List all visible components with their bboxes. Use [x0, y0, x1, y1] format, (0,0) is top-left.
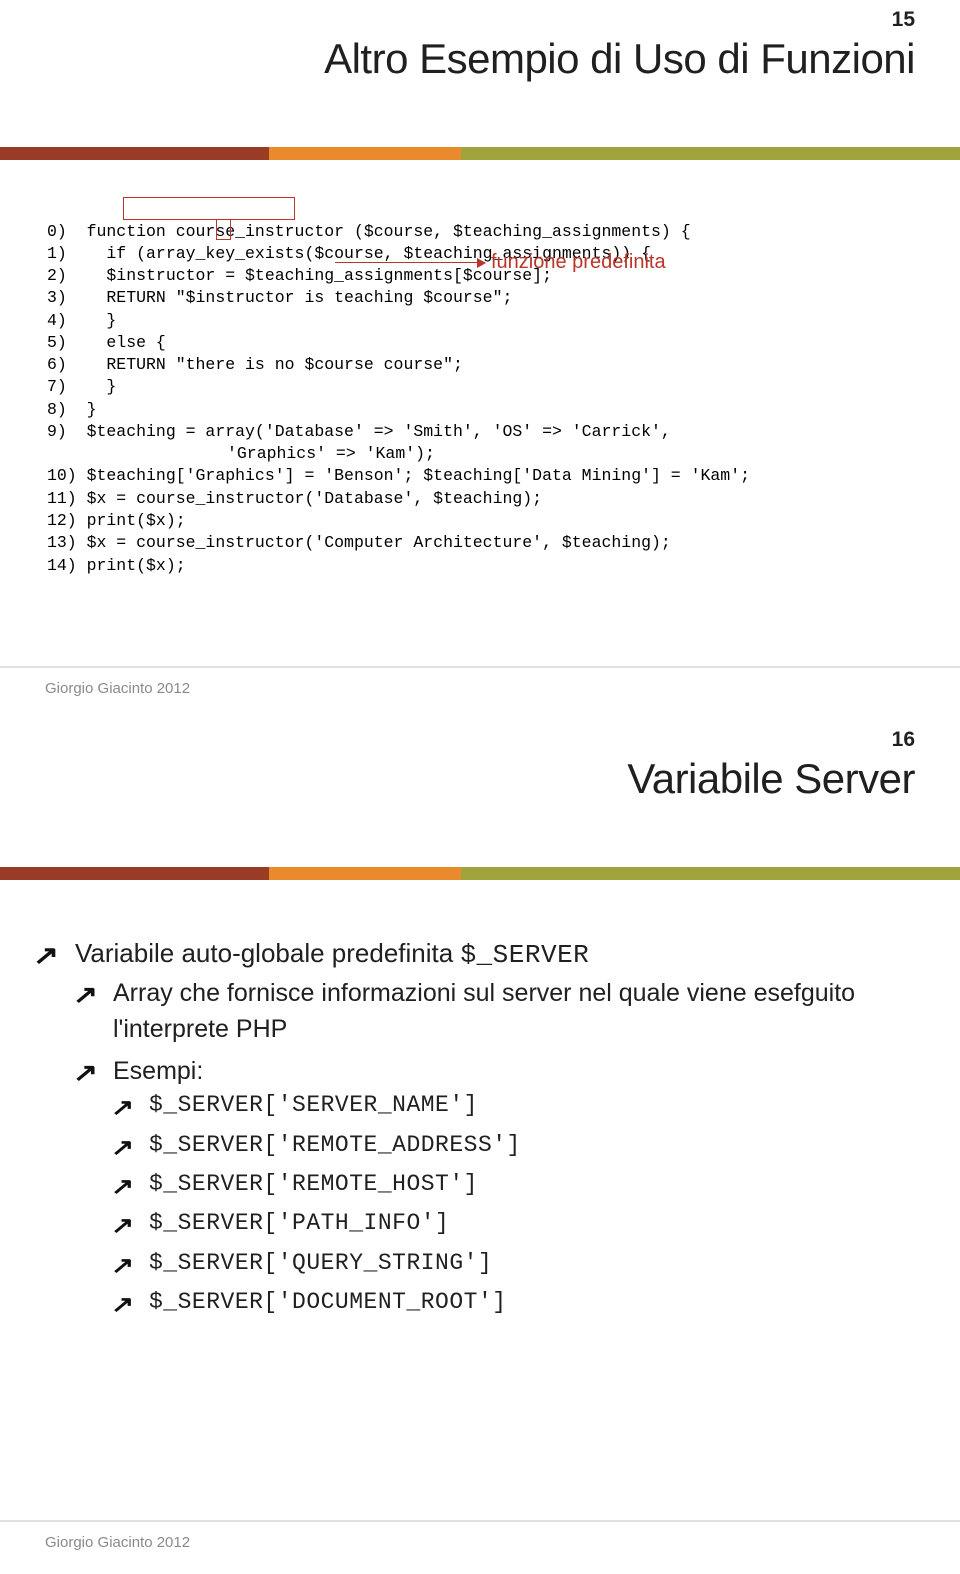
slide-title: Variabile Server [627, 755, 915, 803]
code-line: 4) } [47, 311, 116, 330]
accent-bar [0, 147, 960, 160]
code-line: 9) $teaching = array('Database' => 'Smit… [47, 422, 671, 441]
code-example: $_SERVER['REMOTE_HOST'] [113, 1168, 960, 1201]
slide-footer: Giorgio Giacinto 2012 [0, 666, 960, 720]
code-line: 12) print($x); [47, 511, 186, 530]
slide-footer: Giorgio Giacinto 2012 [0, 1520, 960, 1574]
annotation-arrow: funzione predefinita [335, 249, 666, 276]
page-number: 15 [892, 8, 915, 32]
code-line: 'Graphics' => 'Kam'); [227, 443, 435, 465]
footer-text: Giorgio Giacinto 2012 [45, 680, 190, 697]
accent-bar [0, 867, 960, 880]
slide-1: 15 Altro Esempio di Uso di Funzioni 0) f… [0, 0, 960, 720]
slide-title: Altro Esempio di Uso di Funzioni [324, 35, 915, 83]
code-example: $_SERVER['QUERY_STRING'] [113, 1247, 960, 1280]
code-line: 8) } [47, 400, 97, 419]
code-line: 14) print($x); [47, 556, 186, 575]
slide-2: 16 Variabile Server Variabile auto-globa… [0, 720, 960, 1574]
code-line: 0) function course_instructor ($course, … [47, 222, 691, 241]
code-line: 11) $x = course_instructor('Database', $… [47, 489, 542, 508]
bullet-level2: Esempi: $_SERVER['SERVER_NAME'] $_SERVER… [75, 1053, 960, 1319]
code-example: $_SERVER['DOCUMENT_ROOT'] [113, 1286, 960, 1319]
annotation-label: funzione predefinita [491, 249, 666, 276]
page-number: 16 [892, 728, 915, 752]
code-example: $_SERVER['SERVER_NAME'] [113, 1089, 960, 1122]
code-example: $_SERVER['REMOTE_ADDRESS'] [113, 1129, 960, 1162]
bullet-level1: Variabile auto-globale predefinita $_SER… [35, 935, 960, 1320]
inline-code: $_SERVER [460, 940, 589, 970]
bullet-level2: Array che fornisce informazioni sul serv… [75, 975, 960, 1048]
code-line: 10) $teaching['Graphics'] = 'Benson'; $t… [47, 466, 750, 485]
code-line: 7) } [47, 377, 116, 396]
code-line: 6) RETURN "there is no $course course"; [47, 355, 463, 374]
bullet-list: Variabile auto-globale predefinita $_SER… [35, 935, 960, 1320]
code-line: 5) else { [47, 333, 166, 352]
bullet-text: Variabile auto-globale predefinita [75, 938, 460, 968]
code-example: $_SERVER['PATH_INFO'] [113, 1207, 960, 1240]
footer-text: Giorgio Giacinto 2012 [45, 1534, 190, 1551]
highlight-box-fn [123, 197, 295, 220]
code-line: 13) $x = course_instructor('Computer Arc… [47, 533, 671, 552]
arrow-icon [335, 262, 485, 264]
code-line: 3) RETURN "$instructor is teaching $cour… [47, 288, 512, 307]
highlight-box-assign [216, 219, 231, 240]
bullet-text: Esempi: [113, 1057, 203, 1085]
